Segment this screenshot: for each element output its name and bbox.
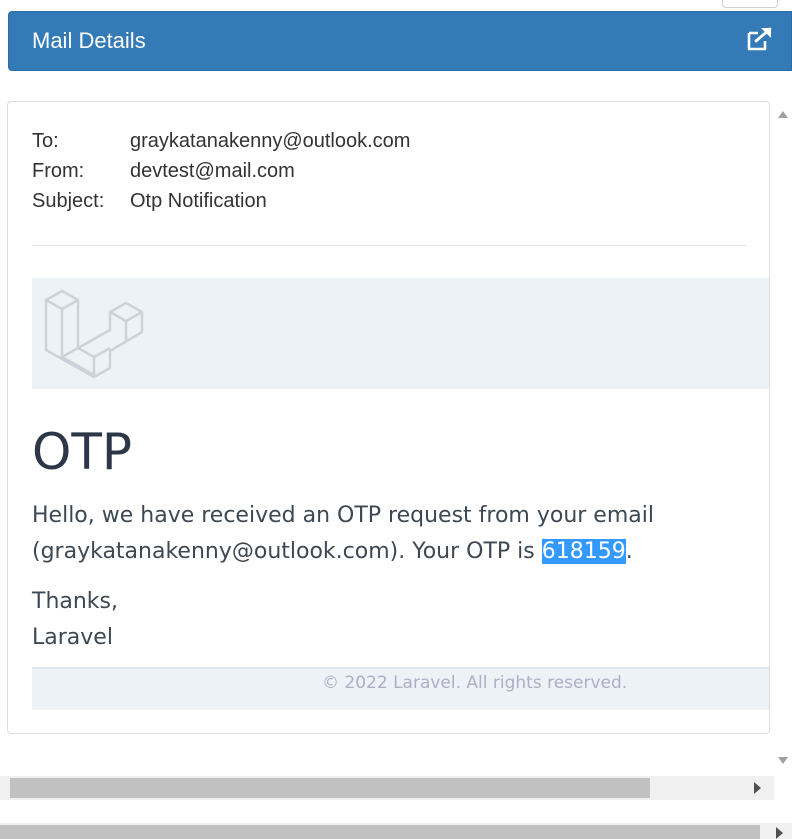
mail-meta: To: graykatanakenny@outlook.com From: devt…: [32, 126, 410, 216]
vertical-scrollbar[interactable]: [774, 101, 792, 774]
top-corner-button[interactable]: [722, 0, 778, 8]
horizontal-scrollbar-thumb[interactable]: [10, 778, 650, 798]
page-horizontal-scrollbar[interactable]: [0, 823, 792, 839]
email-header-banner: [32, 278, 769, 389]
otp-code[interactable]: 618159: [541, 539, 626, 564]
email-footer: © 2022 Laravel. All rights reserved.: [32, 667, 769, 710]
page-scroll-right-arrow-icon[interactable]: [776, 827, 783, 839]
scroll-up-arrow-icon[interactable]: [778, 111, 788, 118]
meta-divider: [32, 245, 747, 246]
header-title: Mail Details: [32, 28, 146, 53]
page-horizontal-scrollbar-thumb[interactable]: [0, 825, 760, 839]
signature-text: Laravel: [32, 625, 113, 650]
otp-heading: OTP: [32, 423, 133, 481]
scroll-down-arrow-icon[interactable]: [778, 757, 788, 764]
mail-panel: To: graykatanakenny@outlook.com From: devt…: [7, 101, 770, 734]
otp-message: Hello, we have received an OTP request f…: [32, 498, 752, 570]
mail-details-header: Mail Details: [8, 11, 792, 71]
from-row: From: devtest@mail.com: [32, 156, 410, 186]
subject-row: Subject: Otp Notification: [32, 186, 410, 216]
signoff: Thanks, Laravel: [32, 584, 118, 656]
footer-copyright: © 2022 Laravel. All rights reserved.: [322, 673, 628, 693]
subject-value: Otp Notification: [130, 190, 267, 212]
otp-message-end: .: [625, 539, 633, 564]
to-row: To: graykatanakenny@outlook.com: [32, 126, 410, 156]
laravel-logo-icon: [40, 282, 144, 386]
from-value: devtest@mail.com: [130, 160, 295, 182]
to-label: To:: [32, 130, 59, 152]
scroll-right-arrow-icon[interactable]: [754, 782, 761, 794]
from-label: From:: [32, 160, 85, 182]
thanks-text: Thanks,: [32, 589, 119, 614]
to-value: graykatanakenny@outlook.com: [130, 130, 411, 152]
horizontal-scrollbar[interactable]: [0, 776, 774, 800]
external-link-icon[interactable]: [746, 26, 774, 52]
subject-label: Subject:: [32, 190, 105, 212]
